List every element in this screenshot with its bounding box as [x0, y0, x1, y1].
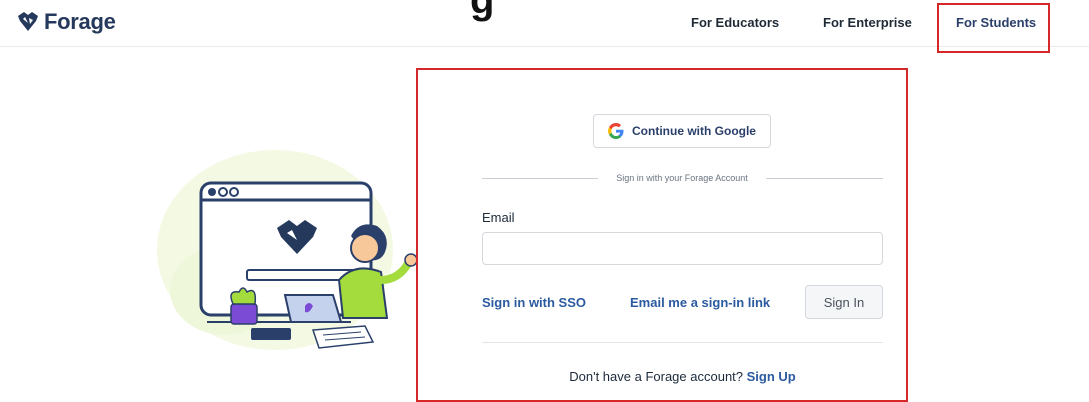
laptop-icon [283, 294, 343, 323]
top-navigation-bar: Forage For Educators For Enterprise For … [0, 0, 1089, 47]
email-sign-in-link[interactable]: Email me a sign-in link [630, 295, 770, 310]
google-button-label: Continue with Google [632, 124, 756, 138]
divider-label: Sign in with your Forage Account [616, 173, 748, 183]
divider-line-left [482, 178, 598, 179]
forage-logo-icon [16, 11, 40, 33]
signup-prompt-row: Don't have a Forage account? Sign Up [482, 369, 883, 384]
student-illustration [155, 140, 430, 360]
bottom-divider [482, 342, 883, 343]
divider-line-right [766, 178, 883, 179]
sign-up-link[interactable]: Sign Up [747, 369, 796, 384]
email-input[interactable] [482, 232, 883, 265]
email-label: Email [482, 210, 515, 225]
signup-prompt-text: Don't have a Forage account? [569, 369, 744, 384]
nav-for-educators[interactable]: For Educators [691, 15, 779, 30]
forage-logo[interactable]: Forage [16, 8, 116, 36]
highlight-box-students-tab [937, 3, 1050, 53]
logo-wordmark: Forage [44, 9, 116, 34]
plant-icon [230, 287, 258, 325]
google-g-icon [608, 123, 624, 139]
cropped-heading-fragment: g [470, 0, 495, 22]
nav-for-enterprise[interactable]: For Enterprise [823, 15, 912, 30]
sign-in-button[interactable]: Sign In [805, 285, 883, 319]
continue-with-google-button[interactable]: Continue with Google [593, 114, 771, 148]
sign-in-with-sso-link[interactable]: Sign in with SSO [482, 295, 586, 310]
